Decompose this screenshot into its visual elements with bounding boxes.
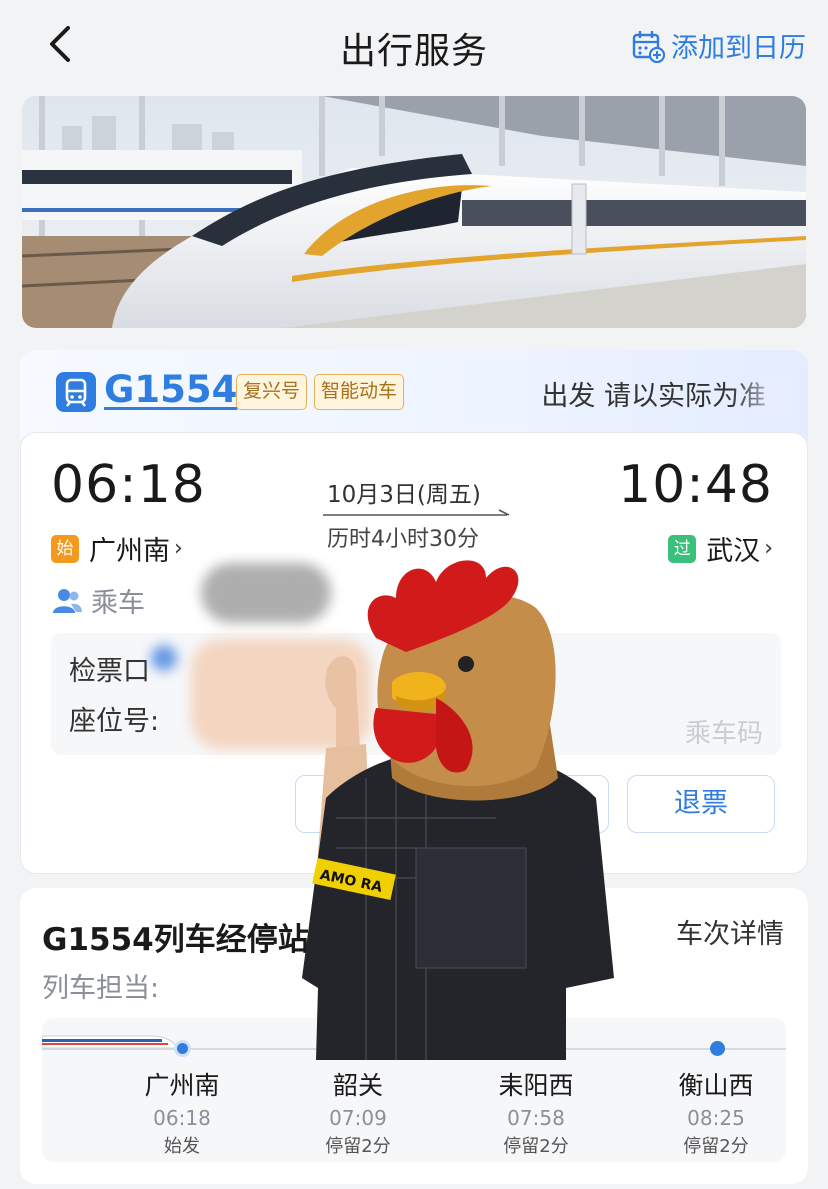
- stop-time: 08:25: [687, 1106, 745, 1130]
- stop-note: 停留2分: [325, 1136, 391, 1157]
- rooster-mask-person-sticker: AMO RA: [302, 560, 614, 1060]
- stop-name: 广州南: [144, 1071, 220, 1100]
- stop-item[interactable]: 衡山西 08:25 停留2分: [646, 1066, 786, 1158]
- stop-note: 停留2分: [503, 1136, 569, 1157]
- train-banner-image: [22, 96, 806, 328]
- stop-name: 耒阳西: [498, 1071, 574, 1100]
- add-to-calendar-button[interactable]: 添加到日历: [631, 26, 806, 65]
- stop-time: 07:58: [507, 1106, 565, 1130]
- stop-item[interactable]: 韶关 07:09 停留2分: [288, 1066, 428, 1158]
- tag-smart-emu: 智能动车: [314, 374, 405, 410]
- tag-fuxing: 复兴号: [236, 374, 308, 410]
- departure-station[interactable]: 始 广州南 ›: [51, 529, 183, 568]
- train-icon: [56, 372, 96, 412]
- stop-item[interactable]: 耒阳西 07:58 停留2分: [466, 1066, 606, 1158]
- stop-time: 07:09: [329, 1106, 387, 1130]
- departure-station-name: 广州南: [89, 536, 170, 567]
- departure-notice: 出发 请以实际为准: [480, 374, 790, 414]
- arrival-station-name: 武汉: [706, 536, 761, 567]
- pass-badge: 过: [668, 534, 697, 563]
- gate-label: 检票口: [69, 656, 150, 687]
- stop-item[interactable]: 广州南 06:18 始发: [112, 1066, 252, 1158]
- stop-dot: [710, 1041, 725, 1056]
- stops-title: G1554列车经停站: [42, 922, 309, 958]
- header-bar: 出行服务 添加到日历: [0, 0, 828, 92]
- ride-code-label[interactable]: 乘车码: [685, 713, 763, 750]
- stop-note: 始发: [164, 1136, 200, 1157]
- stop-note: 停留2分: [683, 1136, 749, 1157]
- add-to-calendar-label: 添加到日历: [671, 33, 806, 64]
- stop-name: 衡山西: [678, 1071, 754, 1100]
- stop-dot: [174, 1040, 191, 1057]
- train-detail-link[interactable]: 车次详情: [676, 912, 784, 951]
- stop-time: 06:18: [153, 1106, 211, 1130]
- chevron-right-icon: ›: [174, 536, 183, 561]
- privacy-blur: [151, 645, 177, 671]
- rider-row: 乘车: [51, 581, 145, 620]
- train-progress-icon: [42, 1035, 179, 1049]
- chevron-right-icon: ›: [764, 536, 773, 561]
- ticket-card-header: G1554 复兴号 智能动车 出发 请以实际为准: [20, 350, 808, 440]
- arrival-station[interactable]: 过 武汉 ›: [668, 529, 773, 568]
- stop-name: 韶关: [332, 1071, 383, 1100]
- travel-date: 10月3日(周五): [327, 482, 481, 508]
- calendar-add-icon: [632, 30, 665, 63]
- seat-label: 座位号:: [69, 706, 160, 737]
- journey-arrow-icon: [323, 509, 510, 516]
- refund-button[interactable]: 退票: [627, 775, 775, 833]
- passenger-icon: [53, 588, 82, 613]
- start-badge: 始: [51, 534, 79, 563]
- arrival-time: 10:48: [618, 455, 773, 515]
- rider-label: 乘车: [91, 588, 145, 619]
- train-number-link[interactable]: G1554: [104, 368, 237, 411]
- departure-time: 06:18: [51, 455, 206, 515]
- crew-label: 列车担当:: [42, 973, 160, 1004]
